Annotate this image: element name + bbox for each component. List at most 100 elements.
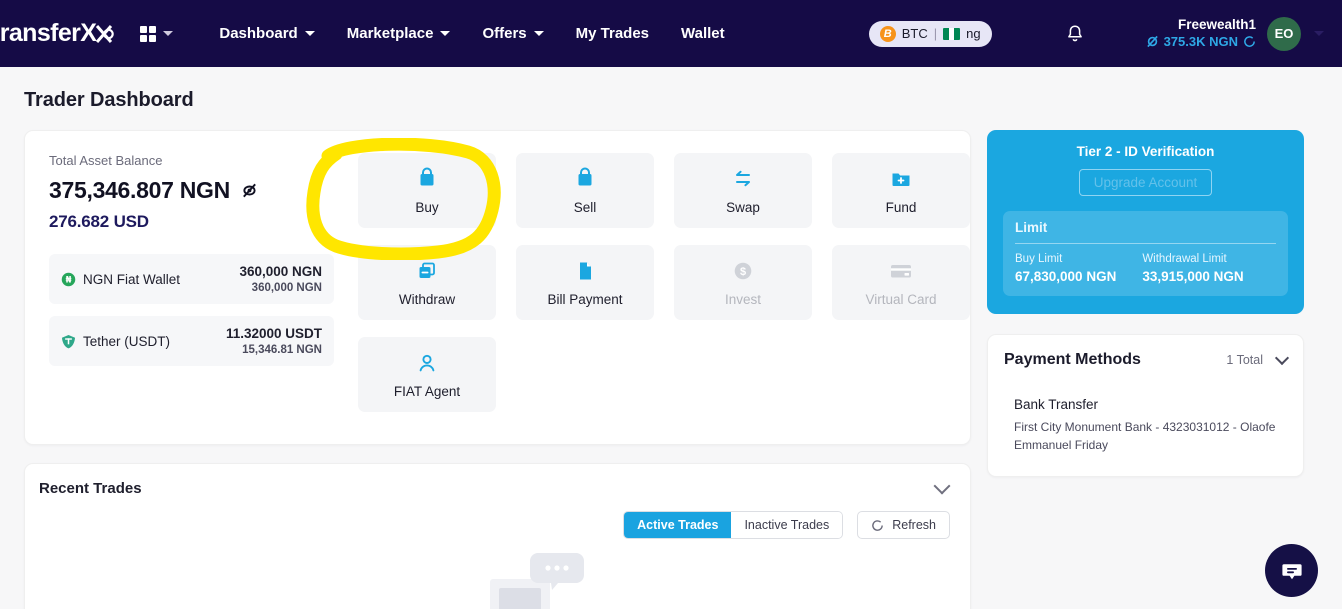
limit-title: Limit bbox=[1015, 220, 1048, 235]
payment-methods-header: Payment Methods 1 Total bbox=[1004, 350, 1290, 369]
navbar-right: B BTC | ng Freewealth1 375.3K NGN EO bbox=[868, 16, 1324, 51]
refresh-icon bbox=[872, 519, 884, 531]
wallet-amount: 360,000 NGN bbox=[239, 264, 322, 279]
action-bill-payment[interactable]: Bill Payment bbox=[516, 245, 654, 320]
bell-icon bbox=[1067, 24, 1082, 41]
avatar[interactable]: EO bbox=[1267, 16, 1301, 51]
naira-coin-icon: ₦ bbox=[61, 272, 76, 287]
copy-minus-icon bbox=[419, 262, 435, 278]
user-meta: Freewealth1 375.3K NGN bbox=[1146, 17, 1256, 50]
brand-logo[interactable]: transferX bbox=[0, 19, 115, 48]
withdrawal-limit-label: Withdrawal Limit bbox=[1142, 253, 1227, 265]
payment-method-name: Bank Transfer bbox=[1014, 397, 1099, 412]
chevron-down-icon[interactable] bbox=[933, 477, 951, 494]
document-icon bbox=[580, 262, 591, 279]
action-fund[interactable]: Fund bbox=[832, 153, 970, 228]
nav-item-offers[interactable]: Offers bbox=[466, 17, 559, 50]
upgrade-account-button[interactable]: Upgrade Account bbox=[1078, 169, 1213, 196]
withdrawal-limit-block: Withdrawal Limit 33,915,000 NGN bbox=[1142, 253, 1243, 284]
chevron-down-icon bbox=[1314, 31, 1324, 36]
nav-item-marketplace-label: Marketplace bbox=[346, 25, 434, 42]
payment-methods-total: 1 Total bbox=[1226, 353, 1263, 367]
tier-title: Tier 2 - ID Verification bbox=[1076, 144, 1215, 159]
action-buy-label: Buy bbox=[415, 199, 439, 215]
recent-trades-title: Recent Trades bbox=[39, 480, 142, 497]
wallet-name: NGN Fiat Wallet bbox=[83, 271, 181, 287]
ticker-crypto-label: BTC bbox=[901, 26, 928, 41]
eye-off-icon bbox=[243, 183, 256, 198]
nav-item-offers-label: Offers bbox=[482, 25, 527, 42]
payment-method-item[interactable]: Bank Transfer First City Monument Bank -… bbox=[1004, 397, 1287, 454]
main-column: Total Asset Balance 375,346.807 NGN 276.… bbox=[24, 130, 971, 609]
buy-limit-block: Buy Limit 67,830,000 NGN bbox=[1015, 253, 1116, 284]
ticker-country-label: ng bbox=[966, 26, 981, 41]
refresh-icon bbox=[1244, 36, 1255, 48]
wallet-name: Tether (USDT) bbox=[83, 333, 171, 349]
limit-box: Limit Buy Limit 67,830,000 NGN Withdrawa… bbox=[1003, 211, 1288, 296]
tether-coin-icon bbox=[61, 334, 76, 349]
toggle-balance-visibility-button[interactable] bbox=[240, 181, 259, 200]
tier-verification-card: Tier 2 - ID Verification Upgrade Account… bbox=[987, 130, 1304, 314]
swap-arrows-icon bbox=[736, 170, 750, 186]
page-content: Trader Dashboard Total Asset Balance 375… bbox=[0, 67, 1342, 609]
notifications-button[interactable] bbox=[1066, 24, 1084, 44]
action-virtual-card: Virtual Card bbox=[832, 245, 970, 320]
balance-panel: Total Asset Balance 375,346.807 NGN 276.… bbox=[49, 153, 334, 418]
eye-off-icon bbox=[1146, 36, 1158, 48]
nav-item-dashboard[interactable]: Dashboard bbox=[203, 17, 330, 50]
payment-methods-card: Payment Methods 1 Total Bank Transfer Fi… bbox=[987, 334, 1304, 477]
recent-trades-header: Recent Trades bbox=[25, 464, 970, 497]
payment-methods-title: Payment Methods bbox=[1004, 351, 1141, 368]
action-fiat-agent-label: FIAT Agent bbox=[393, 383, 461, 399]
tab-inactive-trades[interactable]: Inactive Trades bbox=[731, 512, 843, 538]
wallet-left: ₦ NGN Fiat Wallet bbox=[61, 272, 180, 287]
nav-item-my-trades[interactable]: My Trades bbox=[560, 17, 665, 50]
action-sell-label: Sell bbox=[573, 199, 597, 215]
action-invest-label: Invest bbox=[724, 291, 762, 307]
nav-item-wallet-label: Wallet bbox=[681, 25, 725, 42]
chevron-down-icon bbox=[304, 31, 315, 36]
action-swap[interactable]: Swap bbox=[674, 153, 812, 228]
action-sell[interactable]: Sell bbox=[516, 153, 654, 228]
top-navbar: transferX Dashboard Marketplace Offers M… bbox=[0, 0, 1342, 67]
market-ticker-pill[interactable]: B BTC | ng bbox=[868, 20, 992, 47]
wallet-amount: 11.32000 USDT bbox=[225, 326, 322, 341]
recent-trades-toolbar: Active Trades Inactive Trades Refresh bbox=[25, 511, 970, 539]
bitcoin-icon: B bbox=[879, 25, 896, 42]
user-balance: 375.3K NGN bbox=[1146, 34, 1256, 50]
tab-active-trades[interactable]: Active Trades bbox=[624, 512, 732, 538]
user-menu[interactable]: Freewealth1 375.3K NGN EO bbox=[1146, 16, 1324, 51]
action-fiat-agent[interactable]: FIAT Agent bbox=[358, 337, 496, 412]
empty-state-illustration bbox=[472, 549, 592, 609]
wallet-row-usdt[interactable]: Tether (USDT) 11.32000 USDT 15,346.81 NG… bbox=[49, 316, 334, 366]
action-bill-payment-label: Bill Payment bbox=[547, 291, 623, 307]
wallet-row-ngn[interactable]: ₦ NGN Fiat Wallet 360,000 NGN 360,000 NG… bbox=[49, 254, 334, 304]
nav-item-marketplace[interactable]: Marketplace bbox=[331, 17, 467, 50]
page-title: Trader Dashboard bbox=[24, 89, 194, 111]
nav-item-my-trades-label: My Trades bbox=[575, 25, 650, 42]
wallet-right: 11.32000 USDT 15,346.81 NGN bbox=[226, 326, 322, 356]
action-withdraw[interactable]: Withdraw bbox=[358, 245, 496, 320]
quick-actions-grid: Buy Sell Swap Fund Withdraw Bill Payment… bbox=[358, 153, 970, 418]
withdrawal-limit-value: 33,915,000 NGN bbox=[1142, 269, 1244, 284]
wallet-right: 360,000 NGN 360,000 NGN bbox=[239, 264, 322, 294]
chat-support-button[interactable] bbox=[1265, 544, 1318, 597]
chevron-down-icon[interactable] bbox=[1274, 350, 1290, 365]
total-balance-usd: 276.682 USD bbox=[49, 212, 149, 231]
refresh-label: Refresh bbox=[892, 518, 936, 532]
total-balance-ngn-value: 375,346.807 NGN bbox=[49, 177, 230, 203]
app-root: transferX Dashboard Marketplace Offers M… bbox=[0, 0, 1342, 609]
ticker-separator: | bbox=[933, 26, 938, 41]
total-balance-ngn: 375,346.807 NGN bbox=[49, 177, 334, 204]
dollar-circle-icon: $ bbox=[734, 262, 752, 279]
avatar-initials: EO bbox=[1274, 26, 1294, 41]
chevron-down-icon bbox=[533, 31, 544, 36]
shopping-bag-icon bbox=[420, 167, 434, 185]
action-buy[interactable]: Buy bbox=[358, 153, 496, 228]
apps-grid-button[interactable] bbox=[140, 25, 174, 42]
nav-item-wallet[interactable]: Wallet bbox=[665, 17, 741, 50]
action-fund-label: Fund bbox=[885, 199, 917, 215]
payment-methods-header-right: 1 Total bbox=[1226, 350, 1290, 367]
refresh-button[interactable]: Refresh bbox=[857, 511, 950, 539]
divider bbox=[1015, 243, 1276, 244]
